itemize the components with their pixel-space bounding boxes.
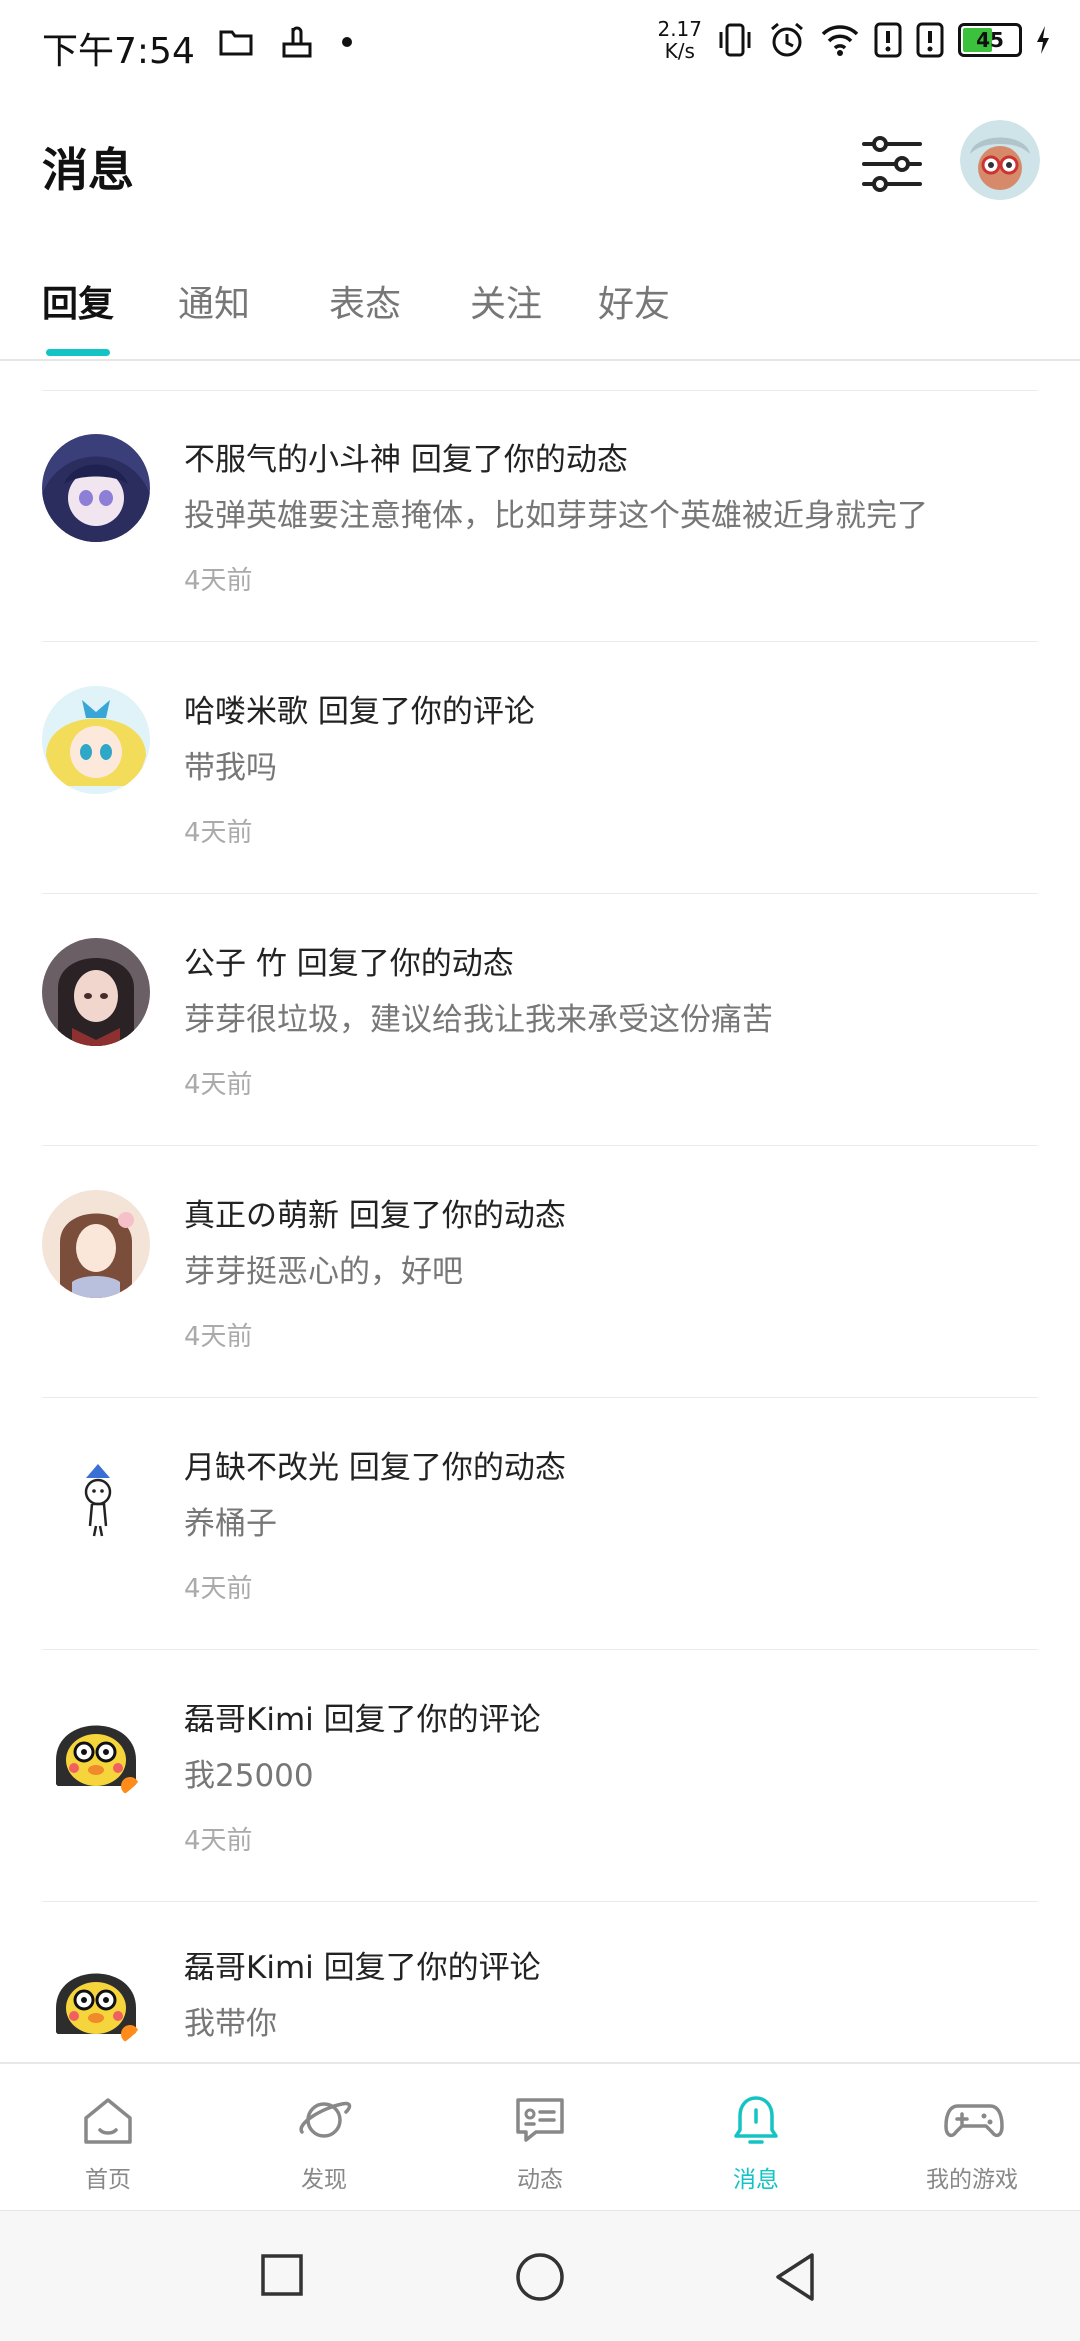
page-header: 消息 — [0, 90, 1080, 240]
alert-icon — [874, 22, 902, 58]
recents-button[interactable] — [258, 2251, 306, 2299]
message-title: 不服气的小斗神 回复了你的动态 — [184, 442, 628, 478]
tab-friends[interactable]: 好友 — [598, 275, 670, 327]
nav-my-games[interactable]: 我的游戏 — [864, 2064, 1080, 2212]
nav-feed[interactable]: 动态 — [432, 2064, 648, 2212]
avatar-image — [42, 938, 150, 1046]
avatar[interactable] — [42, 1942, 150, 2050]
message-time: 4天前 — [184, 1322, 253, 1352]
back-button[interactable] — [772, 2251, 820, 2303]
list-item[interactable]: 磊哥Kimi 回复了你的评论 我25000 4天前 — [0, 1650, 1080, 1902]
sliders-icon — [862, 136, 922, 192]
bell-icon — [734, 2096, 778, 2144]
feed-icon — [516, 2098, 564, 2142]
folder-icon — [219, 30, 253, 56]
avatar[interactable] — [42, 938, 150, 1046]
message-time: 4天前 — [184, 1826, 253, 1856]
vibrate-icon — [719, 23, 751, 57]
home-button[interactable] — [514, 2251, 566, 2303]
wifi-icon — [821, 25, 859, 56]
system-nav-bar — [0, 2210, 1080, 2341]
message-tabs: 回复 通知 表态 关注 好友 — [0, 255, 1080, 361]
list-item[interactable]: 磊哥Kimi 回复了你的评论 我带你 — [0, 1902, 1080, 2062]
avatar-image — [42, 1694, 150, 1802]
nav-label: 发现 — [301, 2167, 347, 2193]
message-title: 磊哥Kimi 回复了你的评论 — [184, 1702, 541, 1738]
message-title: 月缺不改光 回复了你的动态 — [184, 1450, 566, 1486]
nav-home[interactable]: 首页 — [0, 2064, 216, 2212]
list-item[interactable]: 公子 竹 回复了你的动态 芽芽很垃圾，建议给我让我来承受这份痛苦 4天前 — [0, 894, 1080, 1146]
planet-icon — [299, 2101, 352, 2138]
nav-messages[interactable]: 消息 — [648, 2064, 864, 2212]
status-bar: 下午7:54 2.17 K/s 45 — [0, 0, 1080, 90]
message-title: 磊哥Kimi 回复了你的评论 — [184, 1950, 541, 1986]
message-time: 4天前 — [184, 566, 253, 596]
avatar-image — [42, 434, 150, 542]
message-content: 投弹英雄要注意掩体，比如芽芽这个英雄被近身就完了 — [184, 498, 928, 534]
bottom-nav: 首页 发现 动态 消息 我的游戏 — [0, 2062, 1080, 2212]
message-content: 芽芽很垃圾，建议给我让我来承受这份痛苦 — [184, 1002, 773, 1038]
nav-label: 我的游戏 — [926, 2167, 1018, 2193]
nav-label: 首页 — [85, 2167, 131, 2193]
tab-reply[interactable]: 回复 — [42, 275, 114, 327]
message-time: 4天前 — [184, 1070, 253, 1100]
avatar-image — [42, 1942, 150, 2050]
net-speed-unit: K/s — [664, 39, 695, 63]
status-time: 下午7:54 — [42, 31, 195, 72]
list-item[interactable]: 不服气的小斗神 回复了你的动态 投弹英雄要注意掩体，比如芽芽这个英雄被近身就完了… — [0, 390, 1080, 642]
tab-indicator — [46, 349, 110, 356]
avatar-image — [960, 120, 1040, 200]
message-title: 哈喽米歌 回复了你的评论 — [184, 694, 535, 730]
avatar-image — [42, 1190, 150, 1298]
message-time: 4天前 — [184, 1574, 253, 1604]
avatar-image — [42, 1442, 150, 1550]
nav-label: 消息 — [733, 2167, 779, 2193]
message-title: 真正の萌新 回复了你的动态 — [184, 1198, 566, 1234]
nav-discover[interactable]: 发现 — [216, 2064, 432, 2212]
message-content: 我25000 — [184, 1758, 314, 1794]
avatar[interactable] — [42, 1694, 150, 1802]
home-icon — [84, 2098, 132, 2144]
battery-level: 45 — [976, 28, 1004, 52]
message-time: 4天前 — [184, 818, 253, 848]
page-title: 消息 — [42, 143, 134, 197]
avatar[interactable] — [42, 686, 150, 794]
filter-button[interactable] — [858, 130, 926, 198]
list-item[interactable]: 真正の萌新 回复了你的动态 芽芽挺恶心的，好吧 4天前 — [0, 1146, 1080, 1398]
tab-reactions[interactable]: 表态 — [329, 275, 401, 327]
message-list[interactable]: 不服气的小斗神 回复了你的动态 投弹英雄要注意掩体，比如芽芽这个英雄被近身就完了… — [0, 390, 1080, 2062]
net-speed: 2.17 K/s — [657, 18, 702, 62]
dot-icon — [342, 37, 352, 47]
hand-icon — [282, 26, 312, 58]
charging-icon — [1037, 26, 1049, 54]
avatar[interactable] — [42, 1190, 150, 1298]
avatar[interactable] — [42, 1442, 150, 1550]
nav-label: 动态 — [517, 2167, 563, 2193]
gamepad-icon — [944, 2104, 1004, 2138]
avatar-image — [42, 686, 150, 794]
list-item[interactable]: 哈喽米歌 回复了你的评论 带我吗 4天前 — [0, 642, 1080, 894]
message-content: 带我吗 — [184, 750, 277, 786]
alarm-icon — [771, 22, 803, 57]
message-title: 公子 竹 回复了你的动态 — [184, 946, 514, 982]
tab-follow[interactable]: 关注 — [470, 275, 542, 327]
message-content: 养桶子 — [184, 1506, 277, 1542]
user-avatar[interactable] — [960, 120, 1040, 200]
tab-notify[interactable]: 通知 — [178, 275, 250, 327]
message-content: 我带你 — [184, 2006, 277, 2042]
battery-icon: 45 — [958, 23, 1022, 57]
message-content: 芽芽挺恶心的，好吧 — [184, 1254, 463, 1290]
net-speed-value: 2.17 — [657, 17, 702, 41]
avatar[interactable] — [42, 434, 150, 542]
list-item[interactable]: 月缺不改光 回复了你的动态 养桶子 4天前 — [0, 1398, 1080, 1650]
alert-icon — [916, 22, 944, 58]
